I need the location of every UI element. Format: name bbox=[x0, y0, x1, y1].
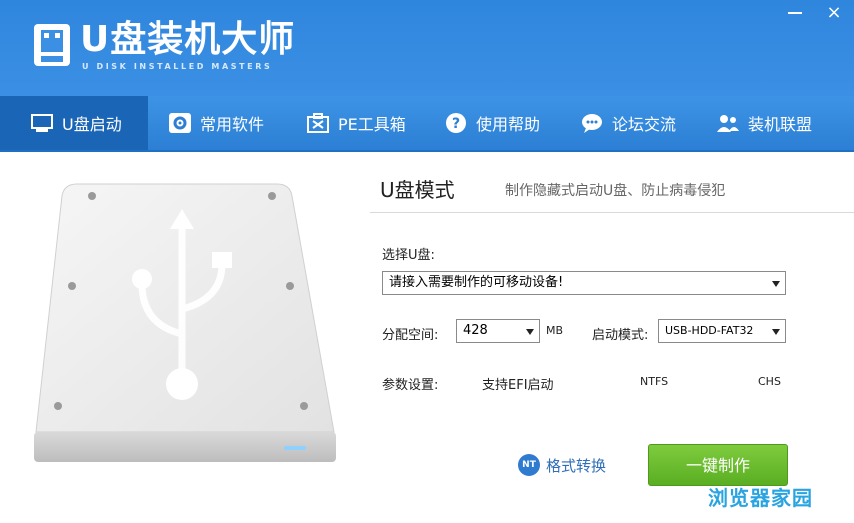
partition-size-value: 428 bbox=[463, 323, 488, 338]
minimize-icon bbox=[788, 12, 802, 14]
divider bbox=[370, 212, 854, 213]
app-title: U盘装机大师 bbox=[80, 19, 296, 60]
close-button[interactable]: × bbox=[815, 0, 853, 28]
usb-drive-icon bbox=[31, 114, 53, 132]
nav-item-help[interactable]: ? 使用帮助 bbox=[444, 96, 540, 150]
one-click-make-button[interactable]: 一键制作 bbox=[648, 444, 788, 486]
usb-device-select[interactable]: 请接入需要制作的可移动设备! bbox=[382, 271, 786, 295]
chevron-down-icon bbox=[772, 281, 780, 287]
main-nav: U盘启动 常用软件 PE工具箱 ? 使用帮助 论坛交流 装机联盟 bbox=[0, 96, 854, 152]
nav-item-forum[interactable]: 论坛交流 bbox=[580, 96, 676, 150]
chat-icon bbox=[582, 114, 602, 133]
main-content: U盘模式 制作隐藏式启动U盘、防止病毒侵犯 选择U盘: 请接入需要制作的可移动设… bbox=[0, 152, 854, 523]
ntfs-option[interactable]: NTFS bbox=[640, 375, 668, 388]
gear-icon bbox=[169, 113, 191, 133]
partition-size-select[interactable]: 428 bbox=[456, 319, 540, 343]
efi-option[interactable]: 支持EFI启动 bbox=[482, 374, 554, 393]
nav-item-label: 装机联盟 bbox=[748, 115, 813, 134]
boot-mode-select[interactable]: USB-HDD-FAT32 bbox=[658, 319, 786, 343]
mode-title: U盘模式 bbox=[380, 178, 455, 202]
nav-item-pe-toolbox[interactable]: PE工具箱 bbox=[306, 96, 406, 150]
usb-logo-icon bbox=[34, 24, 70, 66]
nt-icon: NT bbox=[518, 454, 540, 476]
select-usb-label: 选择U盘: bbox=[382, 248, 435, 263]
usb-drive-illustration bbox=[34, 183, 336, 462]
format-convert-button[interactable]: NT 格式转换 bbox=[518, 454, 606, 476]
format-convert-label: 格式转换 bbox=[546, 456, 607, 475]
chevron-down-icon bbox=[772, 329, 780, 335]
boot-mode-label: 启动模式: bbox=[592, 328, 649, 343]
svg-text:?: ? bbox=[452, 116, 460, 132]
params-label: 参数设置: bbox=[382, 378, 439, 393]
users-icon bbox=[717, 115, 739, 132]
app-logo: U盘装机大师 U DISK INSTALLED MASTERS bbox=[30, 18, 294, 78]
toolbox-icon bbox=[307, 113, 329, 133]
partition-label: 分配空间: bbox=[382, 328, 439, 343]
nav-item-alliance[interactable]: 装机联盟 bbox=[716, 96, 812, 150]
app-subtitle: U DISK INSTALLED MASTERS bbox=[82, 62, 273, 71]
nav-item-label: 论坛交流 bbox=[612, 115, 677, 134]
watermark-text: 浏览器家园 bbox=[708, 486, 813, 510]
nav-item-label: 常用软件 bbox=[200, 115, 265, 134]
nav-item-label: 使用帮助 bbox=[476, 115, 541, 134]
chs-option[interactable]: CHS bbox=[758, 375, 781, 388]
partition-unit: MB bbox=[546, 324, 564, 337]
help-icon: ? bbox=[446, 113, 466, 133]
boot-mode-value: USB-HDD-FAT32 bbox=[665, 324, 754, 337]
chevron-down-icon bbox=[526, 329, 534, 335]
nav-item-label: U盘启动 bbox=[62, 115, 122, 134]
nav-item-label: PE工具箱 bbox=[338, 115, 406, 134]
usb-device-value: 请接入需要制作的可移动设备! bbox=[389, 275, 564, 290]
minimize-button[interactable] bbox=[776, 0, 814, 28]
mode-description: 制作隐藏式启动U盘、防止病毒侵犯 bbox=[505, 183, 726, 199]
close-icon: × bbox=[826, 2, 842, 23]
nav-item-usb-boot[interactable]: U盘启动 bbox=[0, 96, 148, 150]
nav-item-software[interactable]: 常用软件 bbox=[168, 96, 264, 150]
app-header: U盘装机大师 U DISK INSTALLED MASTERS × bbox=[0, 0, 854, 96]
